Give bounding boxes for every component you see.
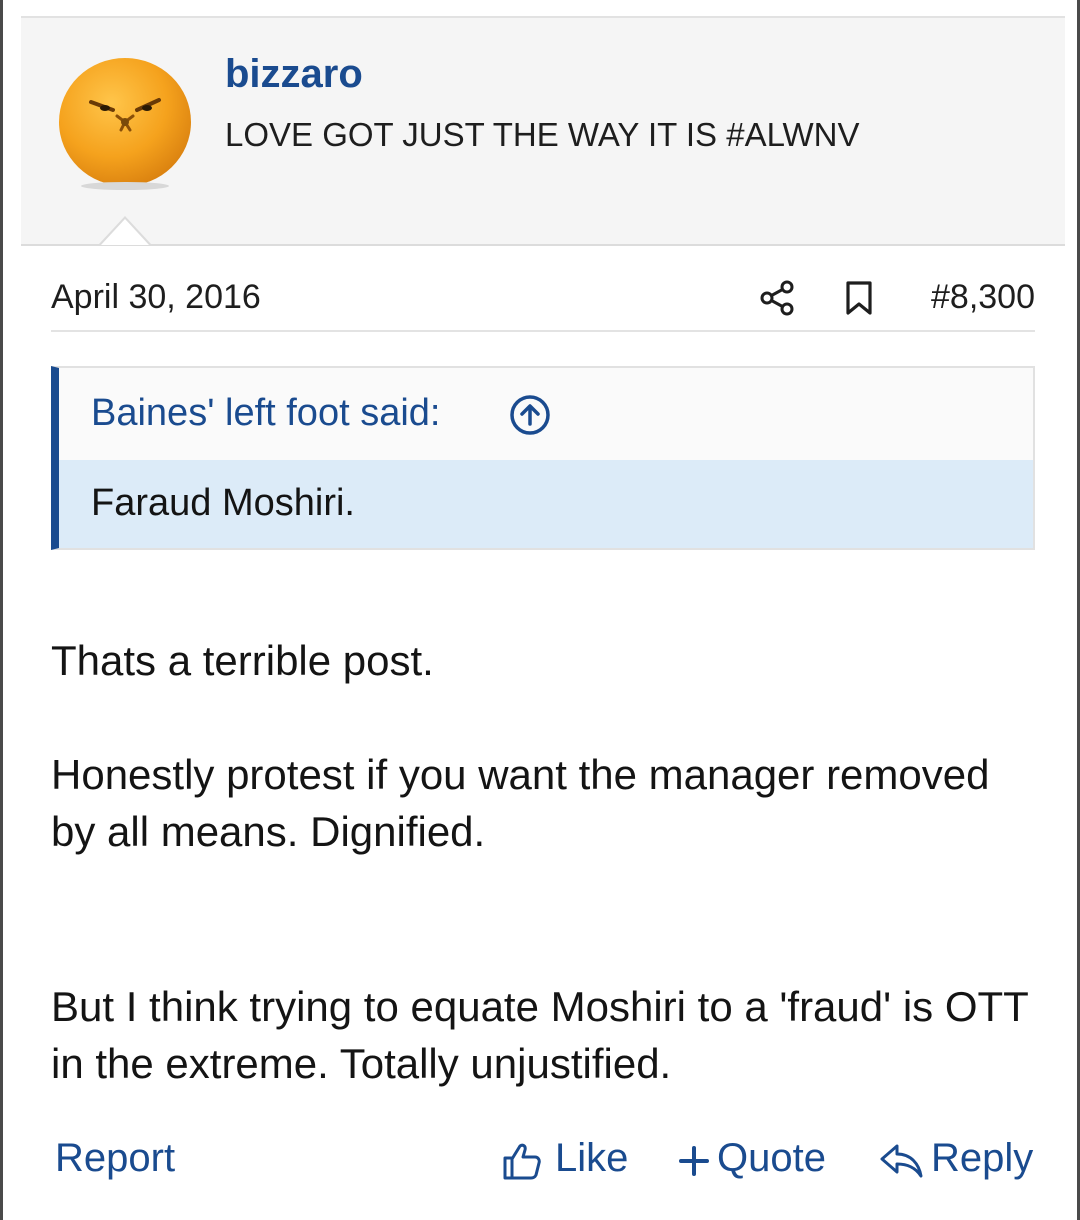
- report-link[interactable]: Report: [55, 1136, 175, 1181]
- post-actions: Report Like Quote Reply: [51, 1130, 1035, 1190]
- quote-header: Baines' left foot said:: [59, 368, 1033, 460]
- avatar[interactable]: [55, 50, 195, 190]
- thumbs-up-icon: [503, 1143, 541, 1180]
- post-paragraph: Thats a terrible post.: [51, 637, 434, 684]
- quote-body: Faraud Moshiri.: [59, 460, 1033, 548]
- quote-text: Faraud Moshiri.: [91, 482, 355, 524]
- quote-block: Baines' left foot said: Faraud Moshiri.: [51, 366, 1035, 550]
- reply-label: Reply: [931, 1136, 1034, 1180]
- post-date[interactable]: April 30, 2016: [51, 278, 261, 317]
- quote-author-link[interactable]: Baines' left foot said:: [91, 392, 440, 435]
- quote-label: Quote: [717, 1136, 826, 1180]
- post-frame: bizzaro LOVE GOT JUST THE WAY IT IS #ALW…: [0, 0, 1080, 1220]
- username[interactable]: bizzaro: [225, 52, 363, 97]
- reply-arrow-icon: [880, 1144, 923, 1178]
- post-number[interactable]: #8,300: [931, 278, 1035, 317]
- share-icon[interactable]: [759, 280, 795, 316]
- post-meta-row: April 30, 2016 #8,300: [51, 270, 1035, 332]
- user-title: LOVE GOT JUST THE WAY IT IS #ALWNV: [225, 116, 860, 153]
- arrow-up-circle-icon[interactable]: [509, 394, 551, 436]
- plus-icon: [679, 1146, 709, 1176]
- bookmark-icon[interactable]: [843, 280, 875, 316]
- post-paragraph: But I think trying to equate Moshiri to …: [51, 983, 1029, 1087]
- post-paragraph: Honestly protest if you want the manager…: [51, 751, 990, 855]
- like-label: Like: [555, 1136, 629, 1180]
